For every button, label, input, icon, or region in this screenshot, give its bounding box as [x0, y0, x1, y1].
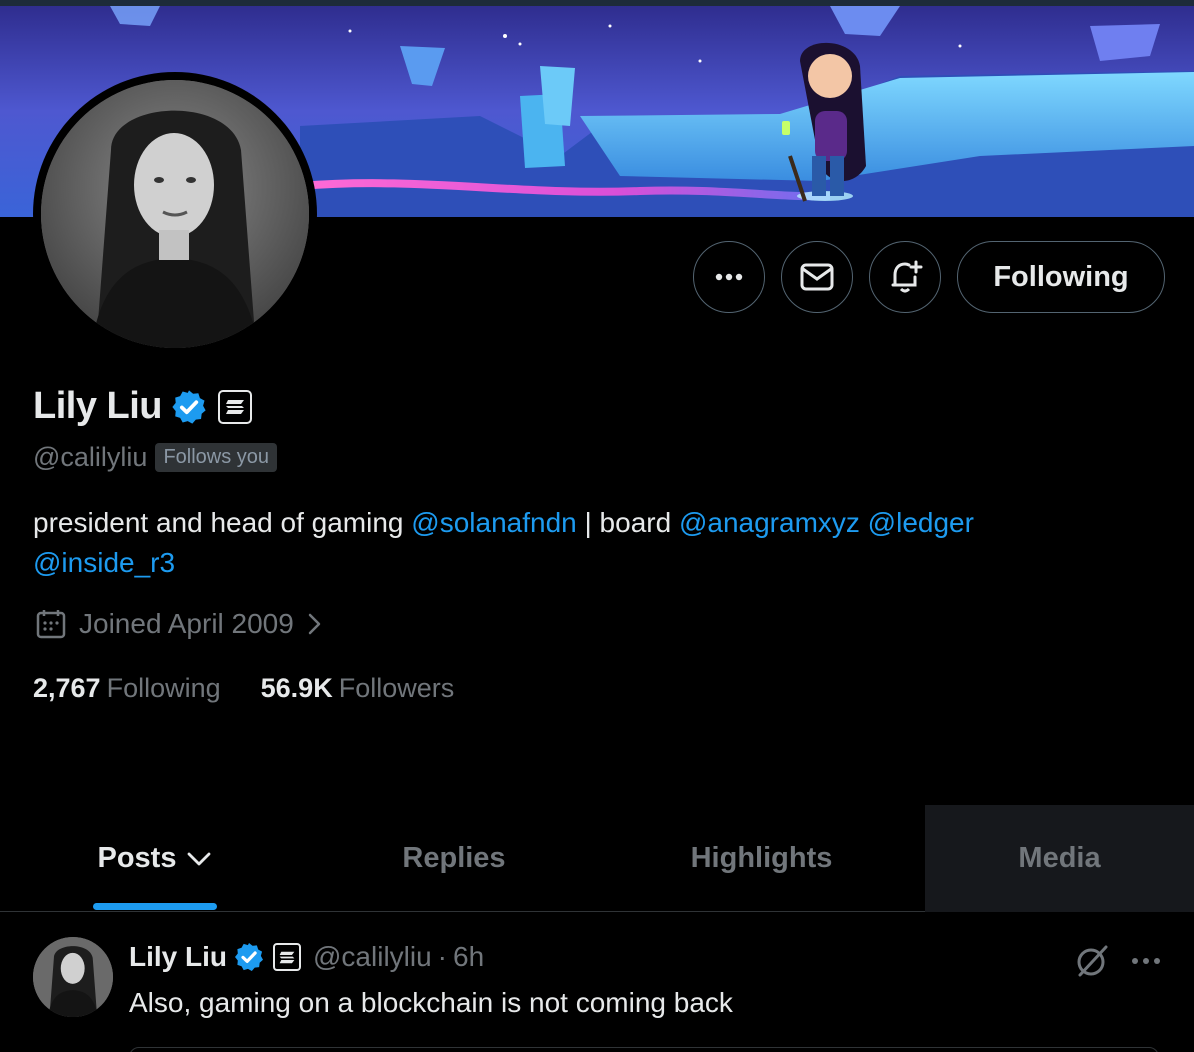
avatar-photo [41, 80, 309, 348]
post-avatar-photo [33, 937, 113, 1017]
chevron-right-icon [308, 613, 321, 635]
post-separator: · [437, 941, 447, 972]
tab-highlights-label: Highlights [690, 842, 833, 874]
more-dots-icon [715, 273, 743, 281]
message-button[interactable] [781, 241, 853, 313]
tab-media-label: Media [1018, 842, 1101, 874]
post-item[interactable]: Lily Liu @calilyliu · 6h Also, gaming on… [0, 913, 1194, 1052]
profile-bio: president and head of gaming @solanafndn… [33, 503, 1133, 583]
tab-highlights[interactable]: Highlights [598, 805, 925, 912]
profile-tabs: Posts Replies Highlights Media [0, 805, 1194, 912]
tab-posts[interactable]: Posts [0, 805, 310, 912]
post-author-name[interactable]: Lily Liu [129, 941, 227, 973]
bio-text: | board [576, 507, 679, 538]
profile-stats: 2,767 Following 56.9K Followers [33, 673, 494, 704]
profile-handle: @calilyliu [33, 442, 148, 472]
bio-mention-ledger[interactable]: @ledger [868, 507, 974, 538]
post-author-avatar[interactable] [33, 937, 113, 1017]
envelope-icon [800, 263, 834, 291]
following-count: 2,767 [33, 673, 101, 703]
joined-date: Joined April 2009 [79, 608, 294, 639]
bio-mention-solanafndn[interactable]: @solanafndn [411, 507, 576, 538]
verified-badge-icon[interactable] [170, 388, 208, 426]
chevron-down-icon[interactable] [186, 850, 212, 868]
post-text: Also, gaming on a blockchain is not comi… [129, 987, 733, 1018]
tab-replies[interactable]: Replies [310, 805, 598, 912]
bell-plus-icon [891, 260, 923, 293]
followers-count: 56.9K [260, 673, 333, 703]
affiliation-badge-icon[interactable] [273, 943, 301, 971]
following-button[interactable]: Following [957, 241, 1165, 313]
tab-posts-label: Posts [97, 842, 177, 874]
bio-text: president and head of gaming [33, 507, 412, 538]
post-header: Lily Liu @calilyliu · 6h [129, 941, 484, 973]
profile-avatar-frame[interactable] [33, 72, 317, 356]
following-label: Following [106, 673, 221, 703]
profile-avatar[interactable] [41, 80, 309, 348]
verified-badge-icon[interactable] [233, 941, 265, 973]
bio-mention-inside-r3[interactable]: @inside_r3 [33, 547, 175, 578]
tab-replies-label: Replies [402, 842, 506, 874]
followers-label: Followers [338, 673, 455, 703]
post-author-handle[interactable]: @calilyliu [313, 941, 432, 973]
followers-count-link[interactable]: 56.9K Followers [261, 673, 455, 704]
profile-name: Lily Liu [33, 385, 163, 427]
joined-date-row[interactable]: Joined April 2009 [35, 608, 324, 640]
notifications-button[interactable] [869, 241, 941, 313]
more-options-button[interactable] [693, 241, 765, 313]
following-count-link[interactable]: 2,767 Following [33, 673, 221, 704]
bio-text [860, 507, 868, 538]
post-timestamp[interactable]: 6h [453, 941, 484, 973]
active-tab-indicator [93, 903, 217, 910]
profile-name-row: Lily Liu [33, 385, 252, 428]
follows-you-badge: Follows you [155, 443, 278, 472]
more-dots-icon[interactable] [1128, 951, 1164, 971]
calendar-icon [36, 610, 66, 639]
post-embed-card[interactable] [129, 1047, 1159, 1052]
grok-icon[interactable] [1074, 943, 1110, 979]
profile-handle-row: @calilyliu Follows you [33, 442, 278, 473]
tab-media[interactable]: Media [925, 805, 1194, 912]
bio-mention-anagramxyz[interactable]: @anagramxyz [679, 507, 860, 538]
affiliation-badge-icon[interactable] [218, 389, 252, 424]
